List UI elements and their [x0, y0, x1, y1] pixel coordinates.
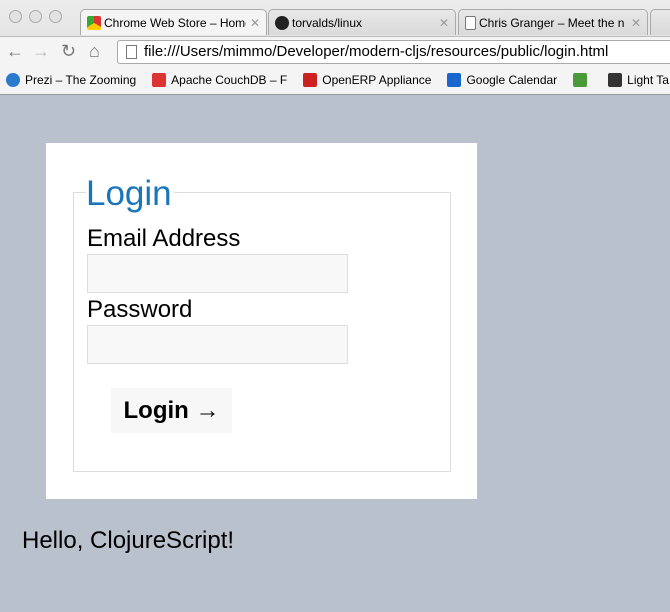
page-icon: [465, 15, 476, 30]
prezi-icon: [6, 73, 20, 87]
tab-torvalds-linux[interactable]: torvalds/linux ✕: [268, 9, 456, 35]
tab-chrome-web-store[interactable]: Chrome Web Store – Home ✕: [80, 9, 267, 35]
bookmark-light-table[interactable]: Light Ta: [608, 73, 669, 87]
github-icon: [275, 15, 289, 30]
bookmark-label: Google Calendar: [466, 73, 558, 87]
login-legend: Login: [86, 174, 174, 214]
bookmark-google-calendar[interactable]: Google Calendar: [447, 73, 557, 87]
minimize-window-button[interactable]: [29, 10, 42, 23]
home-icon[interactable]: ⌂: [89, 41, 100, 62]
bookmark-house[interactable]: [573, 73, 592, 87]
email-label: Email Address: [87, 225, 241, 252]
login-button[interactable]: Login →: [111, 388, 232, 433]
tab-chris-granger[interactable]: Chris Granger – Meet the n ✕: [458, 9, 648, 35]
tab-title: Chris Granger – Meet the n: [479, 15, 625, 30]
bookmark-label: Light Ta: [627, 73, 669, 87]
couchdb-icon: [152, 73, 167, 87]
page-icon: [126, 45, 137, 59]
house-icon: [573, 73, 588, 87]
back-icon[interactable]: ←: [6, 41, 24, 62]
bookmark-prezi[interactable]: Prezi – The Zooming: [6, 73, 136, 87]
toolbar: ← → ↻ ⌂ file:///Users/mimmo/Developer/mo…: [0, 36, 670, 66]
bookmark-label: Prezi – The Zooming: [25, 73, 137, 87]
tab-title: Chrome Web Store – Home: [104, 15, 246, 30]
zoom-window-button[interactable]: [49, 10, 62, 23]
reload-icon[interactable]: ↻: [61, 41, 76, 62]
chrome-web-store-icon: [87, 15, 101, 30]
bookmark-label: Apache CouchDB – F: [171, 73, 288, 87]
light-table-icon: [608, 73, 623, 87]
calendar-icon: [447, 73, 462, 87]
tab-title: torvalds/linux: [292, 15, 363, 30]
forward-icon[interactable]: →: [32, 41, 50, 62]
openerp-icon: [303, 73, 318, 87]
bookmark-openerp[interactable]: OpenERP Appliance: [303, 73, 431, 87]
hello-text: Hello, ClojureScript!: [22, 527, 235, 554]
email-field[interactable]: [87, 254, 348, 293]
password-label: Password: [87, 296, 193, 323]
browser-chrome: Chrome Web Store – Home ✕ torvalds/linux…: [0, 0, 670, 95]
tab-more[interactable]: [650, 9, 670, 35]
close-tab-icon[interactable]: ✕: [250, 16, 260, 30]
address-bar[interactable]: file:///Users/mimmo/Developer/modern-clj…: [117, 40, 670, 64]
close-tab-icon[interactable]: ✕: [439, 16, 449, 30]
bookmark-label: OpenERP Appliance: [322, 73, 432, 87]
bookmark-couchdb[interactable]: Apache CouchDB – F: [152, 73, 287, 87]
password-field[interactable]: [87, 325, 348, 364]
login-card: Login Email Address Password Login →: [46, 143, 477, 499]
url-text: file:///Users/mimmo/Developer/modern-clj…: [144, 43, 609, 60]
close-window-button[interactable]: [9, 10, 22, 23]
bookmarks-bar: Prezi – The Zooming Apache CouchDB – F O…: [0, 66, 670, 94]
close-tab-icon[interactable]: ✕: [631, 16, 641, 30]
